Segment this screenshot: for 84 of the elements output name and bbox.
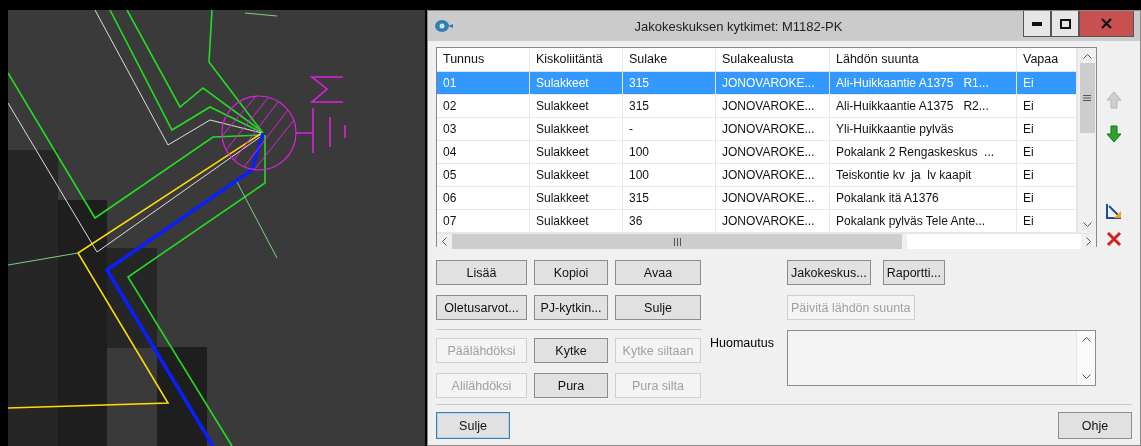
table-cell: Sulakkeet — [530, 118, 623, 140]
table-cell: 100 — [623, 141, 716, 163]
note-field[interactable] — [787, 330, 1096, 386]
table-row[interactable]: 02 Sulakkeet 315 JONOVAROKE... Ali-Huikkaantie A1375 R2... Ei — [437, 95, 1077, 118]
column-header[interactable]: Lähdön suunta — [830, 48, 1017, 71]
table-cell: JONOVAROKE... — [716, 118, 830, 140]
edit-icon — [1105, 202, 1123, 220]
table-cell: 07 — [437, 210, 530, 232]
table-cell: Teiskontie kv ja lv kaapit — [830, 164, 1017, 186]
down-button[interactable] — [1103, 123, 1125, 145]
table-cell: Pokalank 2 Rengaskeskus ... — [830, 141, 1017, 163]
table-cell: Pokalank pylväs Tele Ante... — [830, 210, 1017, 232]
action-button[interactable]: Avaa — [615, 260, 701, 285]
note-scrollbar[interactable] — [1076, 331, 1095, 385]
minimize-icon — [1032, 21, 1042, 26]
action-button[interactable]: Lisää — [436, 260, 527, 285]
footer-button[interactable]: Sulje — [436, 412, 510, 439]
app-logo-icon — [434, 18, 454, 34]
table-cell: Yli-Huikkaantie pylväs — [830, 118, 1017, 140]
minimize-button[interactable] — [1023, 11, 1051, 37]
note-label: Huomautus — [709, 335, 775, 352]
table-cell: 06 — [437, 187, 530, 209]
switch-button[interactable]: Kytke — [534, 338, 608, 363]
column-header[interactable]: Sulakealusta — [716, 48, 830, 71]
action-button[interactable]: PJ-kytkin... — [534, 295, 608, 320]
table-row[interactable]: 06 Sulakkeet 315 JONOVAROKE... Pokalank itä A1376 Ei — [437, 187, 1077, 210]
table-cell: 315 — [623, 187, 716, 209]
table-cell: 36 — [623, 210, 716, 232]
maximize-icon — [1059, 18, 1071, 29]
table-cell: Sulakkeet — [530, 187, 623, 209]
close-button[interactable] — [1079, 11, 1134, 37]
table-row[interactable]: 04 Sulakkeet 100 JONOVAROKE... Pokalank 2 Rengaskeskus ... Ei — [437, 141, 1077, 164]
table-cell: Sulakkeet — [530, 164, 623, 186]
scroll-down-icon — [1081, 374, 1091, 379]
scroll-down-icon — [1082, 222, 1092, 227]
table-cell: 315 — [623, 72, 716, 94]
table-cell: Sulakkeet — [530, 141, 623, 163]
table-row[interactable]: 07 Sulakkeet 36 JONOVAROKE... Pokalank pylväs Tele Ante... Ei — [437, 210, 1077, 233]
dialog-button[interactable]: Raportti... — [882, 260, 945, 285]
table-row[interactable]: 05 Sulakkeet 100 JONOVAROKE... Teiskontie kv ja lv kaapit Ei — [437, 164, 1077, 187]
table-cell: Ali-Huikkaantie A1375 R1... — [830, 72, 1017, 94]
window-title: Jakokeskuksen kytkimet: M1182-PK — [633, 18, 844, 34]
table-cell: 05 — [437, 164, 530, 186]
grip-icon — [673, 237, 681, 246]
table-cell: 03 — [437, 118, 530, 140]
scroll-left-icon — [442, 237, 447, 246]
footer-button[interactable]: Ohje — [1058, 412, 1132, 439]
table-cell: JONOVAROKE... — [716, 164, 830, 186]
table-cell: JONOVAROKE... — [716, 72, 830, 94]
switch-button[interactable]: Pura — [534, 373, 608, 398]
down-arrow-icon — [1106, 125, 1122, 143]
scroll-up-icon — [1081, 337, 1091, 342]
column-header[interactable]: Tunnus — [437, 48, 530, 71]
table-cell: - — [623, 118, 716, 140]
table-cell: JONOVAROKE... — [716, 95, 830, 117]
table-cell: 100 — [623, 164, 716, 186]
action-button[interactable]: Oletusarvot... — [436, 295, 527, 320]
table-cell: Pokalank itä A1376 — [830, 187, 1017, 209]
scroll-right-icon — [1086, 237, 1091, 246]
table-cell: Ali-Huikkaantie A1375 R2... — [830, 95, 1017, 117]
table-cell: Sulakkeet — [530, 210, 623, 232]
scroll-up-icon — [1082, 54, 1092, 59]
table-cell: Sulakkeet — [530, 95, 623, 117]
table-row[interactable]: 03 Sulakkeet - JONOVAROKE... Yli-Huikkaantie pylväs Ei — [437, 118, 1077, 141]
action-button[interactable]: Kopioi — [534, 260, 608, 285]
horizontal-scrollbar[interactable] — [437, 233, 1096, 249]
table-cell: 01 — [437, 72, 530, 94]
table-cell: 04 — [437, 141, 530, 163]
action-button[interactable]: Sulje — [615, 295, 701, 320]
vertical-scrollbar[interactable] — [1077, 48, 1096, 233]
maximize-button[interactable] — [1051, 11, 1079, 37]
table-cell: JONOVAROKE... — [716, 187, 830, 209]
table-cell: 02 — [437, 95, 530, 117]
grip-icon — [1083, 95, 1091, 101]
table-cell: JONOVAROKE... — [716, 210, 830, 232]
table-cell: Sulakkeet — [530, 72, 623, 94]
close-icon — [1101, 18, 1112, 29]
dialog-button[interactable]: Jakokeskus... — [787, 260, 871, 285]
table-cell: 315 — [623, 95, 716, 117]
delete-icon — [1106, 231, 1122, 247]
column-header[interactable]: Kiskoliitäntä — [530, 48, 623, 71]
up-arrow-icon — [1106, 91, 1122, 109]
column-header[interactable]: Sulake — [623, 48, 716, 71]
table-cell: JONOVAROKE... — [716, 141, 830, 163]
